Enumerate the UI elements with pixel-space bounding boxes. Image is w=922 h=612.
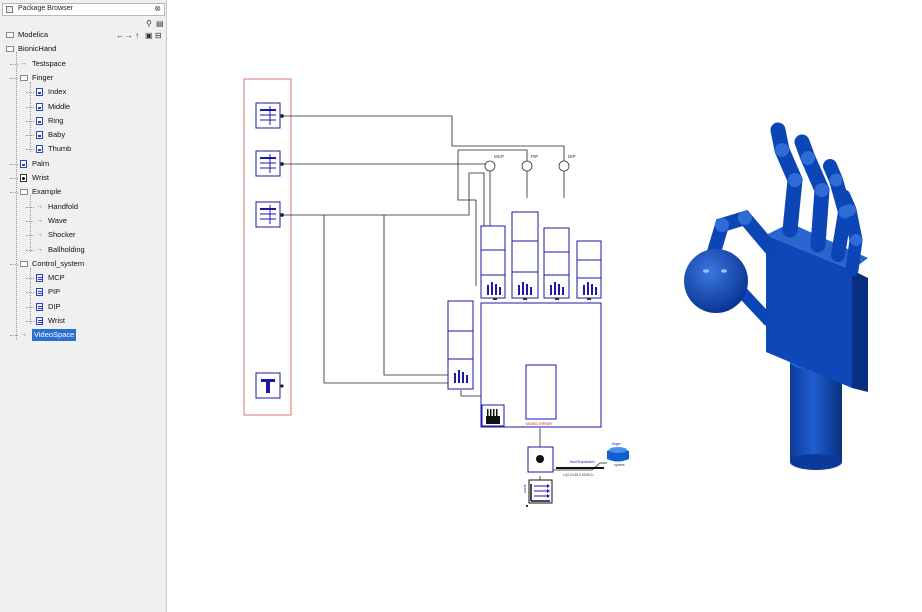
model-diagram-canvas[interactable]: MCP PIP DIP MODEL ERROR world fixedTrans…	[0, 0, 922, 612]
signal-node-mcp[interactable]: MCP	[484, 154, 504, 172]
controller-pip-block[interactable]	[255, 150, 281, 177]
fixed-translation-value: r={0.0145,0.0005,0...	[563, 473, 596, 477]
controller-wrist-block[interactable]	[255, 372, 281, 399]
palm-error-label: MODEL ERROR	[526, 422, 552, 426]
world-block[interactable]: world	[523, 479, 553, 507]
sphere-block[interactable]: finger sphere	[607, 442, 629, 467]
fixed-translation-label: fixedTranslation	[570, 460, 595, 464]
finger-block-ring[interactable]	[543, 227, 570, 300]
sphere-label: sphere	[614, 463, 625, 467]
signal-node-pip[interactable]: PIP	[521, 154, 538, 172]
controller-group-box	[243, 78, 292, 416]
finger-block-thumb[interactable]	[447, 300, 474, 390]
finger-block-baby[interactable]	[576, 240, 602, 300]
signal-node-dip[interactable]: DIP	[558, 154, 576, 172]
signal-label-mcp: MCP	[494, 154, 504, 159]
signal-label-dip: DIP	[568, 154, 576, 159]
hand-3d-visualization	[684, 122, 868, 470]
finger-block-middle[interactable]	[511, 211, 539, 300]
palm-block[interactable]: MODEL ERROR	[480, 302, 602, 428]
finger-label: finger	[612, 442, 622, 446]
wrist-joint-block[interactable]	[527, 446, 554, 473]
world-label: world	[523, 485, 527, 493]
fixed-translation-block[interactable]: fixedTranslation r={0.0145,0.0005,0...	[556, 460, 604, 477]
finger-block-index[interactable]	[480, 225, 506, 300]
signal-label-pip: PIP	[531, 154, 538, 159]
controller-dip-block[interactable]	[255, 201, 281, 228]
controller-mcp-block[interactable]	[255, 102, 281, 129]
